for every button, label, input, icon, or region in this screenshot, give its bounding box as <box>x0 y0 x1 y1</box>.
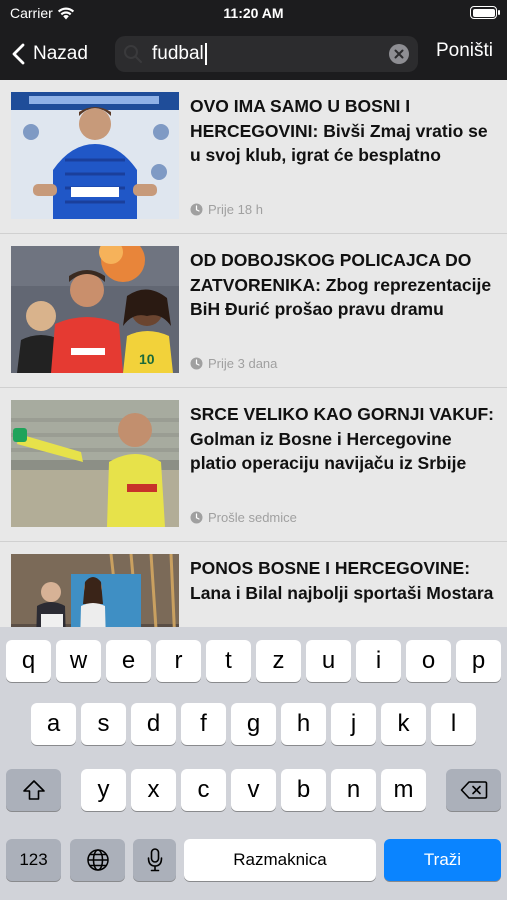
list-item[interactable]: 10 OD DOBOJSKOG POLICAJCA DO ZATVORENIKA… <box>0 234 507 388</box>
key-j[interactable]: j <box>331 703 376 745</box>
clear-search-button[interactable] <box>389 44 409 64</box>
keyboard: q w e r t z u i o p a s d f g h j k l y … <box>0 627 507 900</box>
article-thumbnail: 10 <box>11 246 179 373</box>
numbers-key[interactable]: 123 <box>6 839 61 881</box>
article-title: OVO IMA SAMO U BOSNI I HERCEGOVINI: Bivš… <box>190 96 488 165</box>
key-s[interactable]: s <box>81 703 126 745</box>
search-icon <box>124 45 142 63</box>
key-k[interactable]: k <box>381 703 426 745</box>
key-v[interactable]: v <box>231 769 276 811</box>
search-value: fudbal <box>152 43 204 64</box>
globe-icon <box>86 849 109 871</box>
shift-icon <box>22 780 45 800</box>
text-cursor <box>204 43 207 65</box>
chevron-left-icon <box>12 43 25 65</box>
key-f[interactable]: f <box>181 703 226 745</box>
back-button[interactable]: Nazad <box>12 38 88 70</box>
status-bar: Carrier 11:20 AM <box>0 0 507 28</box>
key-u[interactable]: u <box>306 640 351 682</box>
article-time: Prije 18 h <box>208 202 263 217</box>
globe-key[interactable] <box>70 839 125 881</box>
search-results-list: OVO IMA SAMO U BOSNI I HERCEGOVINI: Bivš… <box>0 80 507 627</box>
clock-icon <box>190 203 203 216</box>
battery-icon <box>470 6 500 19</box>
clock-icon <box>190 511 203 524</box>
key-r[interactable]: r <box>156 640 201 682</box>
article-meta: Prije 18 h <box>190 202 263 217</box>
article-thumbnail <box>11 400 179 527</box>
key-o[interactable]: o <box>406 640 451 682</box>
backspace-icon <box>460 781 487 799</box>
svg-text:10: 10 <box>139 351 155 367</box>
list-item[interactable]: PONOS BOSNE I HERCEGOVINE: Lana i Bilal … <box>0 542 507 627</box>
key-l[interactable]: l <box>431 703 476 745</box>
microphone-icon <box>147 848 162 872</box>
key-d[interactable]: d <box>131 703 176 745</box>
key-m[interactable]: m <box>381 769 426 811</box>
dictation-key[interactable] <box>133 839 176 881</box>
article-time: Prije 3 dana <box>208 356 278 371</box>
article-title: OD DOBOJSKOG POLICAJCA DO ZATVORENIKA: Z… <box>190 250 492 319</box>
search-go-key[interactable]: Traži <box>384 839 501 881</box>
article-thumbnail <box>11 554 179 627</box>
key-n[interactable]: n <box>331 769 376 811</box>
space-key[interactable]: Razmaknica <box>184 839 376 881</box>
article-title: PONOS BOSNE I HERCEGOVINE: Lana i Bilal … <box>190 558 494 603</box>
clock: 11:20 AM <box>223 5 284 21</box>
shift-key[interactable] <box>6 769 61 811</box>
key-i[interactable]: i <box>356 640 401 682</box>
article-time: Prošle sedmice <box>208 510 297 525</box>
search-header: Nazad fudbal Poništi <box>0 28 507 80</box>
list-item[interactable]: SRCE VELIKO KAO GORNJI VAKUF: Golman iz … <box>0 388 507 542</box>
key-g[interactable]: g <box>231 703 276 745</box>
search-input[interactable]: fudbal <box>115 36 418 72</box>
close-icon <box>394 49 404 59</box>
key-y[interactable]: y <box>81 769 126 811</box>
article-meta: Prije 3 dana <box>190 356 277 371</box>
key-c[interactable]: c <box>181 769 226 811</box>
key-x[interactable]: x <box>131 769 176 811</box>
key-a[interactable]: a <box>31 703 76 745</box>
key-e[interactable]: e <box>106 640 151 682</box>
article-thumbnail <box>11 92 179 219</box>
key-w[interactable]: w <box>56 640 101 682</box>
list-item[interactable]: OVO IMA SAMO U BOSNI I HERCEGOVINI: Bivš… <box>0 80 507 234</box>
key-b[interactable]: b <box>281 769 326 811</box>
back-label: Nazad <box>33 43 88 64</box>
key-p[interactable]: p <box>456 640 501 682</box>
key-t[interactable]: t <box>206 640 251 682</box>
key-q[interactable]: q <box>6 640 51 682</box>
key-h[interactable]: h <box>281 703 326 745</box>
backspace-key[interactable] <box>446 769 501 811</box>
article-meta: Prošle sedmice <box>190 510 297 525</box>
cancel-button[interactable]: Poništi <box>436 40 493 62</box>
key-z[interactable]: z <box>256 640 301 682</box>
clock-icon <box>190 357 203 370</box>
article-title: SRCE VELIKO KAO GORNJI VAKUF: Golman iz … <box>190 404 495 473</box>
